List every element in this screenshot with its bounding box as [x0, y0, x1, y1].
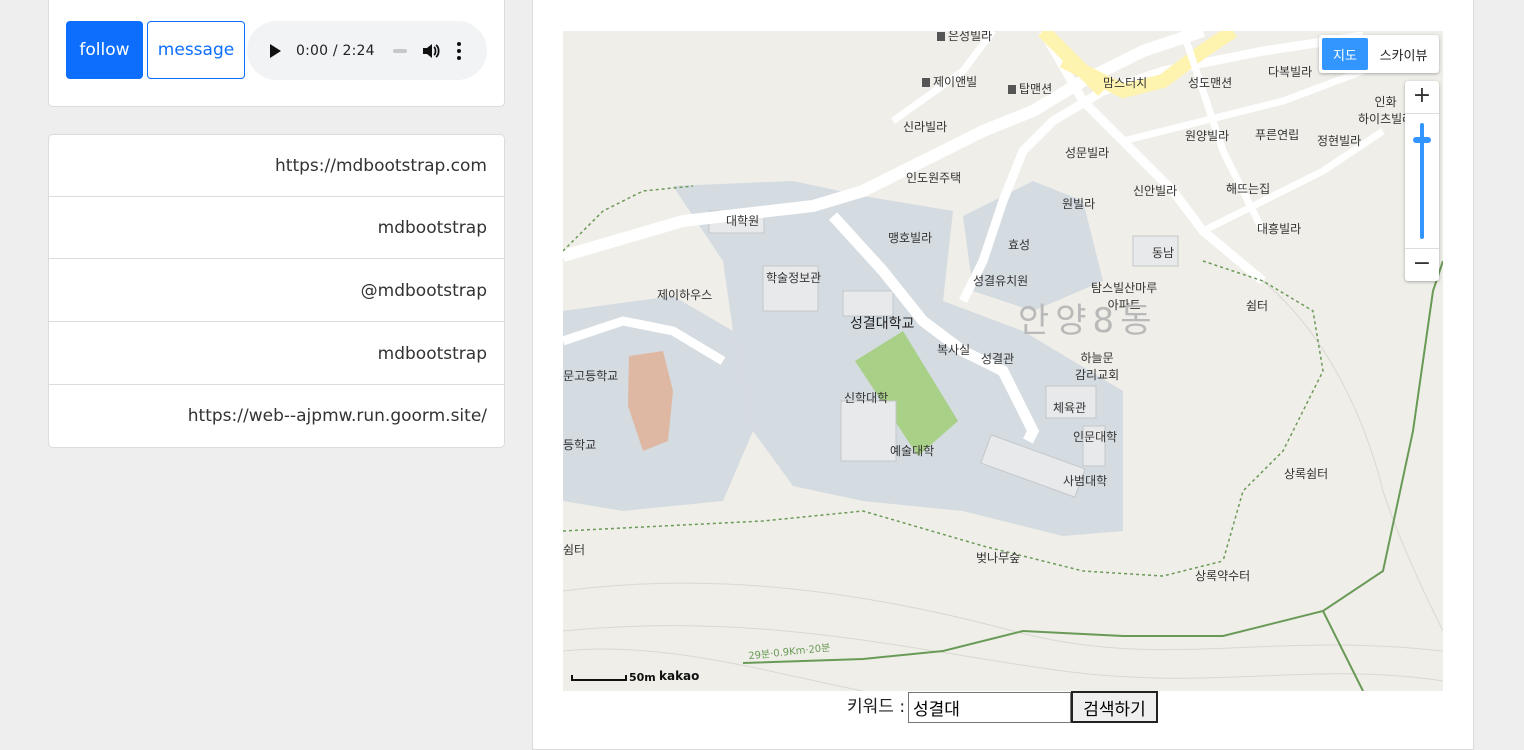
- list-item[interactable]: @mdbootstrap: [49, 260, 504, 322]
- map-label: 성결관: [981, 352, 1015, 366]
- map-label: 인도원주택: [906, 171, 962, 185]
- zoom-control: + −: [1405, 81, 1439, 281]
- map-label: 예술대학: [890, 444, 935, 458]
- map-label: 상록약수터: [1195, 569, 1251, 583]
- map-label: 복사실: [937, 343, 971, 357]
- map-label: 맘스터치: [1103, 76, 1148, 90]
- scale-label: 50m: [629, 671, 656, 684]
- zoom-slider-handle[interactable]: [1413, 137, 1431, 143]
- search-button[interactable]: 검색하기: [1071, 691, 1158, 723]
- map-label: 인문대학: [1073, 430, 1118, 444]
- play-icon[interactable]: [270, 43, 281, 58]
- follow-button[interactable]: follow: [66, 21, 143, 79]
- map-label: 안양8동: [1018, 301, 1158, 341]
- list-item[interactable]: mdbootstrap: [49, 197, 504, 259]
- map-label: 해뜨는집: [1226, 182, 1271, 196]
- map-label: 신학대학: [844, 391, 889, 405]
- zoom-out-button[interactable]: −: [1405, 248, 1439, 281]
- map-label: 쉼터: [1246, 299, 1269, 313]
- map-label: 원양빌라: [1185, 129, 1230, 143]
- map-label: 벚나무숲: [976, 551, 1021, 565]
- map-label: 사범대학: [1063, 474, 1108, 488]
- zoom-in-button[interactable]: +: [1405, 81, 1439, 114]
- map-label: 체육관: [1053, 401, 1087, 415]
- map-label: 성결유치원: [973, 274, 1029, 288]
- map-type-roadmap-button[interactable]: 지도: [1322, 38, 1368, 70]
- audio-time: 0:00 / 2:24: [296, 42, 375, 59]
- map-label: 성도맨션: [1188, 76, 1233, 90]
- map-label: 탑맨션: [1008, 80, 1052, 97]
- map-label: 신라빌라: [903, 120, 948, 134]
- keyword-input[interactable]: [908, 692, 1071, 723]
- list-item[interactable]: mdbootstrap: [49, 323, 504, 385]
- map-label: 쉼터: [563, 543, 586, 557]
- map-label: 성문빌라: [1065, 146, 1110, 160]
- map-label: 푸른연립: [1255, 128, 1300, 142]
- more-options-icon[interactable]: [456, 41, 461, 60]
- map-label: 제이앤빌: [922, 73, 977, 90]
- map-label: 학술정보관: [766, 271, 822, 285]
- keyword-label: 키워드 :: [847, 697, 906, 717]
- kakao-map[interactable]: 은성빌라 제이앤빌 탑맨션 맘스터치 성도맨션 다복빌라 인화 하이츠빌라 신라…: [563, 31, 1443, 691]
- links-list: https://mdbootstrap.com mdbootstrap @mdb…: [48, 134, 505, 448]
- map-type-skyview-button[interactable]: 스카이뷰: [1368, 45, 1439, 64]
- map-label: 등학교: [563, 438, 597, 452]
- map-label: 효성: [1008, 238, 1031, 252]
- map-label: 대학원: [726, 214, 760, 228]
- map-label: 정현빌라: [1317, 134, 1362, 148]
- map-label: 다복빌라: [1268, 65, 1313, 79]
- list-item[interactable]: https://mdbootstrap.com: [49, 135, 504, 197]
- message-button[interactable]: message: [147, 21, 245, 79]
- list-item[interactable]: https://web--ajpmw.run.goorm.site/: [49, 385, 504, 447]
- map-label: 맹호빌라: [888, 231, 933, 245]
- map-label: 동남: [1152, 246, 1175, 260]
- map-label: 하늘문 감리교회: [1075, 351, 1120, 382]
- map-label: 제이하우스: [657, 288, 713, 302]
- kakao-logo: kakao: [659, 669, 700, 683]
- map-label: 신안빌라: [1133, 184, 1178, 198]
- map-label: 상록쉼터: [1284, 467, 1329, 481]
- map-label: 원빌라: [1062, 197, 1096, 211]
- map-type-control: 지도 스카이뷰: [1319, 35, 1439, 73]
- map-label: 대흥빌라: [1257, 222, 1302, 236]
- audio-progress-slider[interactable]: [392, 48, 407, 53]
- map-label: 성결대학교: [850, 316, 915, 332]
- volume-icon[interactable]: [421, 41, 441, 61]
- map-label: 은성빌라: [937, 31, 992, 44]
- audio-player[interactable]: 0:00 / 2:24: [247, 21, 487, 80]
- map-label: 문고등학교: [563, 369, 619, 383]
